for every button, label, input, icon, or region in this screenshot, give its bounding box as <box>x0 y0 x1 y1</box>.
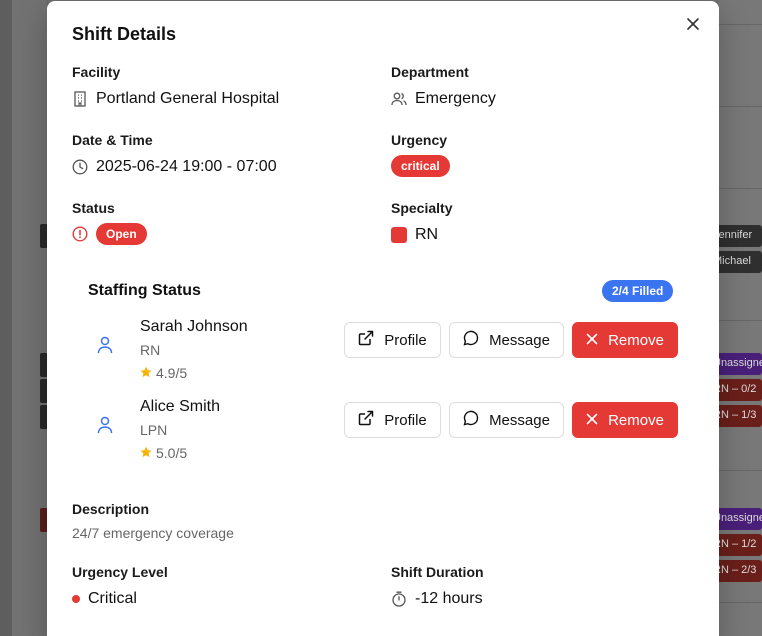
timer-icon <box>391 591 407 607</box>
staff-role: LPN <box>140 422 168 438</box>
urgency-value: critical <box>391 155 450 177</box>
remove-label: Remove <box>608 411 664 429</box>
remove-button[interactable]: Remove <box>572 322 678 358</box>
filled-count: 2/4 Filled <box>602 280 674 302</box>
department-label: Department <box>391 64 469 80</box>
alert-circle-icon <box>72 226 88 242</box>
remove-button[interactable]: Remove <box>572 402 678 438</box>
urgency-level-label: Urgency Level <box>72 564 168 580</box>
urgency-label: Urgency <box>391 132 448 148</box>
clock-icon <box>72 159 88 175</box>
background-calendar-column: Jennifer Michael Unassigned RN – 0/2 RN … <box>713 0 762 636</box>
background-chip: Michael <box>713 251 762 273</box>
specialty-text: RN <box>415 226 439 243</box>
datetime-text: 2025-06-24 19:00 - 07:00 <box>96 158 277 175</box>
filled-count-badge: 2/4 Filled <box>602 280 674 302</box>
shift-duration-label: Shift Duration <box>391 564 484 580</box>
profile-button[interactable]: Profile <box>344 322 441 358</box>
external-link-icon <box>358 410 374 430</box>
background-chip: Jennifer <box>713 225 762 247</box>
message-circle-icon <box>463 410 479 430</box>
description-text: 24/7 emergency coverage <box>72 525 234 541</box>
status-badge: Open <box>96 223 147 245</box>
x-icon <box>586 412 598 429</box>
urgency-level-text: Critical <box>88 590 137 607</box>
user-icon <box>97 336 113 359</box>
users-icon <box>391 91 407 107</box>
facility-label: Facility <box>72 64 121 80</box>
background-chip: Unassigned <box>713 508 762 530</box>
datetime-value: 2025-06-24 19:00 - 07:00 <box>72 158 277 176</box>
staff-rating: 5.0/5 <box>140 445 187 461</box>
urgency-badge: critical <box>391 155 450 177</box>
rating-value: 5.0/5 <box>156 445 188 461</box>
x-icon <box>686 17 700 36</box>
staff-rating: 4.9/5 <box>140 365 187 381</box>
department-value: Emergency <box>391 90 496 108</box>
urgency-dot <box>72 595 80 603</box>
building-icon <box>72 91 88 107</box>
staff-role: RN <box>140 342 161 358</box>
background-chip: RN – 1/2 <box>713 534 762 556</box>
facility-text: Portland General Hospital <box>96 90 280 107</box>
message-circle-icon <box>463 330 479 350</box>
shift-duration-text: -12 hours <box>415 590 483 607</box>
background-chip: RN – 0/2 <box>713 379 762 401</box>
staff-name: Sarah Johnson <box>140 318 248 335</box>
shift-duration-value: -12 hours <box>391 590 483 608</box>
background-chip: RN – 1/3 <box>713 405 762 427</box>
staff-row: Sarah Johnson RN 4.9/5 Profile Message R… <box>88 318 678 388</box>
profile-label: Profile <box>384 331 427 349</box>
message-button[interactable]: Message <box>449 402 564 438</box>
star-icon <box>140 365 152 381</box>
profile-label: Profile <box>384 411 427 429</box>
modal-title: Shift Details <box>72 24 177 44</box>
star-icon <box>140 445 152 461</box>
profile-button[interactable]: Profile <box>344 402 441 438</box>
urgency-level-value: Critical <box>72 590 137 608</box>
external-link-icon <box>358 330 374 350</box>
staff-row: Alice Smith LPN 5.0/5 Profile Message Re… <box>88 398 678 468</box>
background-sidebar <box>0 0 12 636</box>
message-label: Message <box>489 331 550 349</box>
user-icon <box>97 416 113 439</box>
specialty-label: Specialty <box>391 200 453 216</box>
background-column <box>12 0 48 636</box>
department-text: Emergency <box>415 90 496 107</box>
background-chip: RN – 2/3 <box>713 560 762 582</box>
status-value: Open <box>72 223 147 245</box>
staffing-status-title: Staffing Status <box>88 282 201 299</box>
message-button[interactable]: Message <box>449 322 564 358</box>
message-label: Message <box>489 411 550 429</box>
shift-details-modal: Shift Details Facility Portland General … <box>47 1 719 636</box>
specialty-color-swatch <box>391 227 407 243</box>
staff-name: Alice Smith <box>140 398 221 415</box>
x-icon <box>586 332 598 349</box>
datetime-label: Date & Time <box>72 132 153 148</box>
status-label: Status <box>72 200 115 216</box>
facility-value: Portland General Hospital <box>72 90 279 108</box>
description-label: Description <box>72 501 150 517</box>
remove-label: Remove <box>608 331 664 349</box>
background-chip: Unassigned <box>713 353 762 375</box>
specialty-value: RN <box>391 226 438 244</box>
rating-value: 4.9/5 <box>156 365 188 381</box>
close-button[interactable] <box>683 16 703 36</box>
